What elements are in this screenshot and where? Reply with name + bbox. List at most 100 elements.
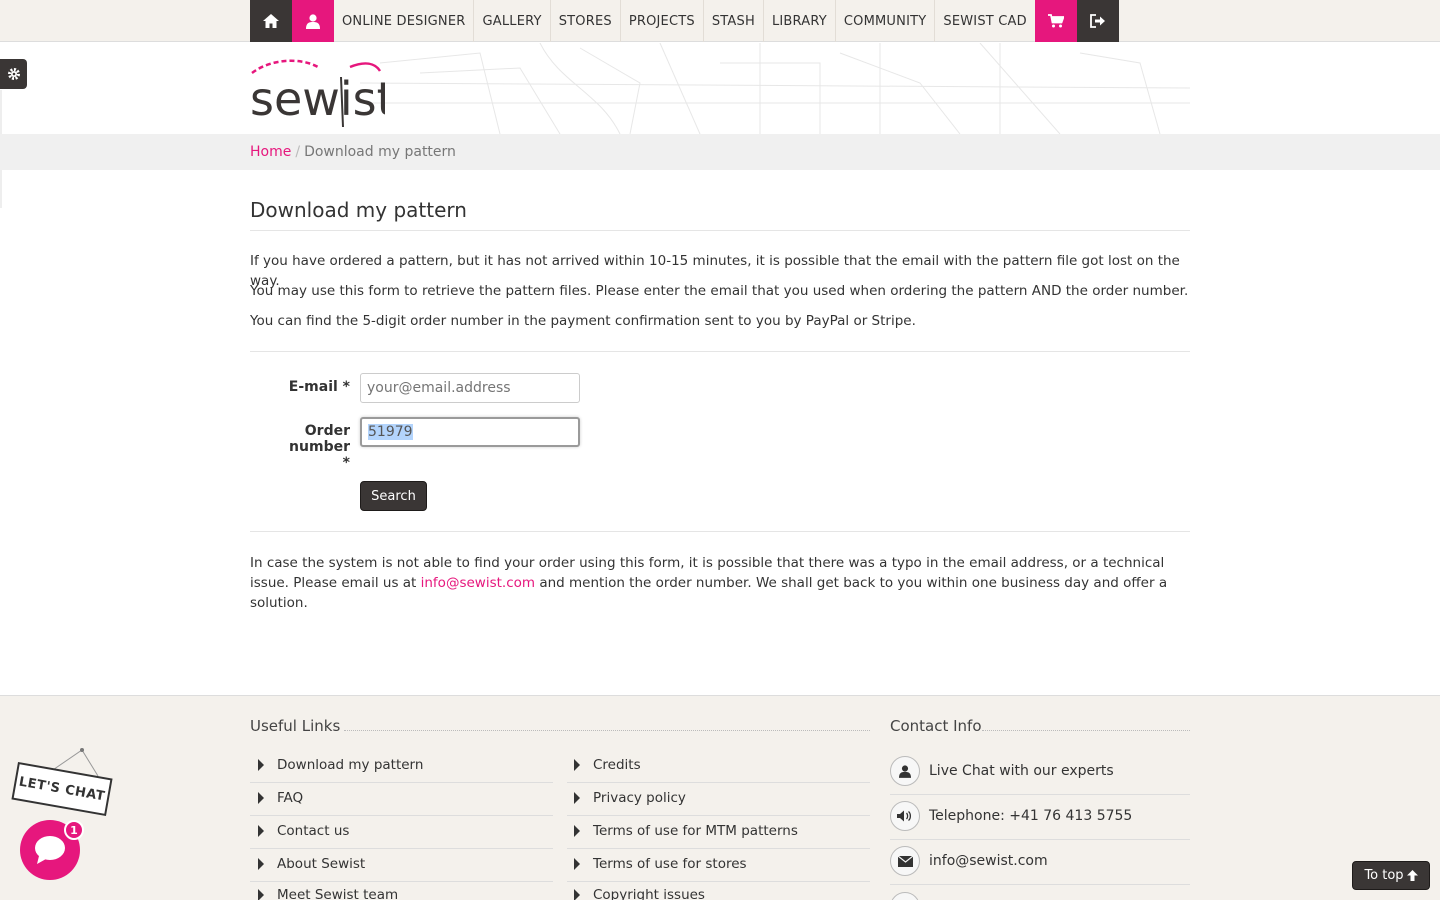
contact-divider xyxy=(890,884,1190,885)
contact-info-heading-rule xyxy=(982,730,1190,731)
caret-right-icon xyxy=(258,825,264,837)
contact-more-icon xyxy=(890,892,920,900)
footer-link-divider xyxy=(567,815,870,816)
nav-library[interactable]: LIBRARY xyxy=(764,0,836,42)
breadcrumb-current: Download my pattern xyxy=(304,144,456,160)
contact-email-label: info@sewist.com xyxy=(929,853,1048,869)
footer-link-divider xyxy=(250,815,553,816)
footer-link-divider xyxy=(567,848,870,849)
gear-icon xyxy=(7,68,20,80)
chat-bubble-icon xyxy=(35,836,65,864)
main-nav: ONLINE DESIGNER GALLERY STORES PROJECTS … xyxy=(250,0,1119,42)
chat-notification-badge: 1 xyxy=(64,820,84,840)
contact-telephone: Telephone: +41 76 413 5755 xyxy=(890,801,1132,831)
breadcrumb-separator: / xyxy=(295,144,301,160)
footer-link-copyright[interactable]: Copyright issues xyxy=(574,887,705,900)
useful-links-heading-rule xyxy=(344,730,870,731)
contact-divider xyxy=(890,794,1190,795)
footer-link-divider xyxy=(250,848,553,849)
order-number-field[interactable]: 51979 xyxy=(360,417,580,447)
site-header: sewist xyxy=(0,43,1440,134)
to-top-button[interactable]: To top xyxy=(1352,861,1430,890)
to-top-label: To top xyxy=(1364,868,1404,883)
breadcrumb-bar xyxy=(0,134,1440,170)
cart-icon xyxy=(1047,14,1064,28)
order-number-label-text: Order number xyxy=(289,423,350,455)
caret-right-icon xyxy=(258,792,264,804)
email-field[interactable] xyxy=(360,373,580,403)
contact-info-heading: Contact Info xyxy=(890,717,982,735)
form-top-divider xyxy=(250,351,1190,352)
footer-link-label: Download my pattern xyxy=(277,757,424,773)
footer-link-label: FAQ xyxy=(277,790,304,806)
search-button[interactable]: Search xyxy=(360,481,427,511)
intro-paragraph-2: You may use this form to retrieve the pa… xyxy=(250,283,1189,299)
caret-right-icon xyxy=(258,759,264,771)
sewist-logo[interactable]: sewist xyxy=(250,57,385,129)
user-icon xyxy=(306,13,320,29)
sewing-pattern-background xyxy=(360,43,1190,134)
help-paragraph: In case the system is not able to find y… xyxy=(250,553,1190,613)
nav-stash[interactable]: STASH xyxy=(704,0,764,42)
nav-gallery[interactable]: GALLERY xyxy=(474,0,551,42)
footer-link-privacy-policy[interactable]: Privacy policy xyxy=(574,790,686,806)
contact-live-chat[interactable]: Live Chat with our experts xyxy=(890,756,1114,786)
title-divider xyxy=(250,230,1190,231)
footer-link-terms-mtm[interactable]: Terms of use for MTM patterns xyxy=(574,823,798,839)
footer-link-label: Meet Sewist team xyxy=(277,887,399,900)
footer-link-label: Terms of use for MTM patterns xyxy=(593,823,798,839)
contact-email[interactable]: info@sewist.com xyxy=(890,846,1048,876)
envelope-icon xyxy=(890,846,920,876)
nav-projects[interactable]: PROJECTS xyxy=(621,0,704,42)
caret-right-icon xyxy=(258,858,264,870)
footer-link-label: Terms of use for stores xyxy=(593,856,747,872)
footer-link-meet-team[interactable]: Meet Sewist team xyxy=(258,887,398,900)
cart-nav-button[interactable] xyxy=(1034,0,1077,42)
order-number-value: 51979 xyxy=(368,424,413,440)
contact-divider xyxy=(890,839,1190,840)
settings-tab[interactable] xyxy=(0,59,27,89)
caret-right-icon xyxy=(574,889,580,900)
intro-paragraph-3: You can find the 5-digit order number in… xyxy=(250,313,916,329)
useful-links-heading: Useful Links xyxy=(250,717,341,735)
arrow-up-icon xyxy=(1406,870,1418,881)
footer-link-label: About Sewist xyxy=(277,856,366,872)
nav-stores[interactable]: STORES xyxy=(551,0,621,42)
caret-right-icon xyxy=(574,858,580,870)
speaker-icon xyxy=(890,801,920,831)
contact-telephone-label: Telephone: +41 76 413 5755 xyxy=(929,808,1133,824)
footer-link-label: Privacy policy xyxy=(593,790,686,806)
nav-community[interactable]: COMMUNITY xyxy=(836,0,936,42)
footer-link-faq[interactable]: FAQ xyxy=(258,790,303,806)
footer-link-credits[interactable]: Credits xyxy=(574,757,641,773)
footer-link-label: Credits xyxy=(593,757,641,773)
user-icon xyxy=(890,756,920,786)
footer-link-label: Copyright issues xyxy=(593,887,705,900)
caret-right-icon xyxy=(574,825,580,837)
footer-link-contact-us[interactable]: Contact us xyxy=(258,823,349,839)
order-number-label-required: * xyxy=(342,455,350,471)
caret-right-icon xyxy=(574,759,580,771)
form-bottom-divider xyxy=(250,531,1190,532)
home-icon xyxy=(263,14,279,28)
top-navbar: ONLINE DESIGNER GALLERY STORES PROJECTS … xyxy=(0,0,1440,42)
footer-link-divider xyxy=(250,881,553,882)
footer-link-label: Contact us xyxy=(277,823,350,839)
account-nav-button[interactable] xyxy=(292,0,334,42)
breadcrumb-home[interactable]: Home xyxy=(250,144,291,160)
footer-link-divider xyxy=(250,782,553,783)
nav-sewist-cad[interactable]: SEWIST CAD xyxy=(935,0,1034,42)
footer-link-terms-stores[interactable]: Terms of use for stores xyxy=(574,856,747,872)
footer-link-about-sewist[interactable]: About Sewist xyxy=(258,856,365,872)
caret-right-icon xyxy=(574,792,580,804)
support-email-link[interactable]: info@sewist.com xyxy=(421,575,535,591)
contact-live-chat-label: Live Chat with our experts xyxy=(929,763,1114,779)
footer-link-divider xyxy=(567,881,870,882)
logout-nav-button[interactable] xyxy=(1076,0,1119,42)
home-nav-button[interactable] xyxy=(250,0,292,42)
caret-right-icon xyxy=(258,889,264,900)
site-footer: Useful Links Contact Info Download my pa… xyxy=(0,695,1440,900)
nav-online-designer[interactable]: ONLINE DESIGNER xyxy=(334,0,475,42)
footer-link-download-pattern[interactable]: Download my pattern xyxy=(258,757,423,773)
footer-link-divider xyxy=(567,782,870,783)
